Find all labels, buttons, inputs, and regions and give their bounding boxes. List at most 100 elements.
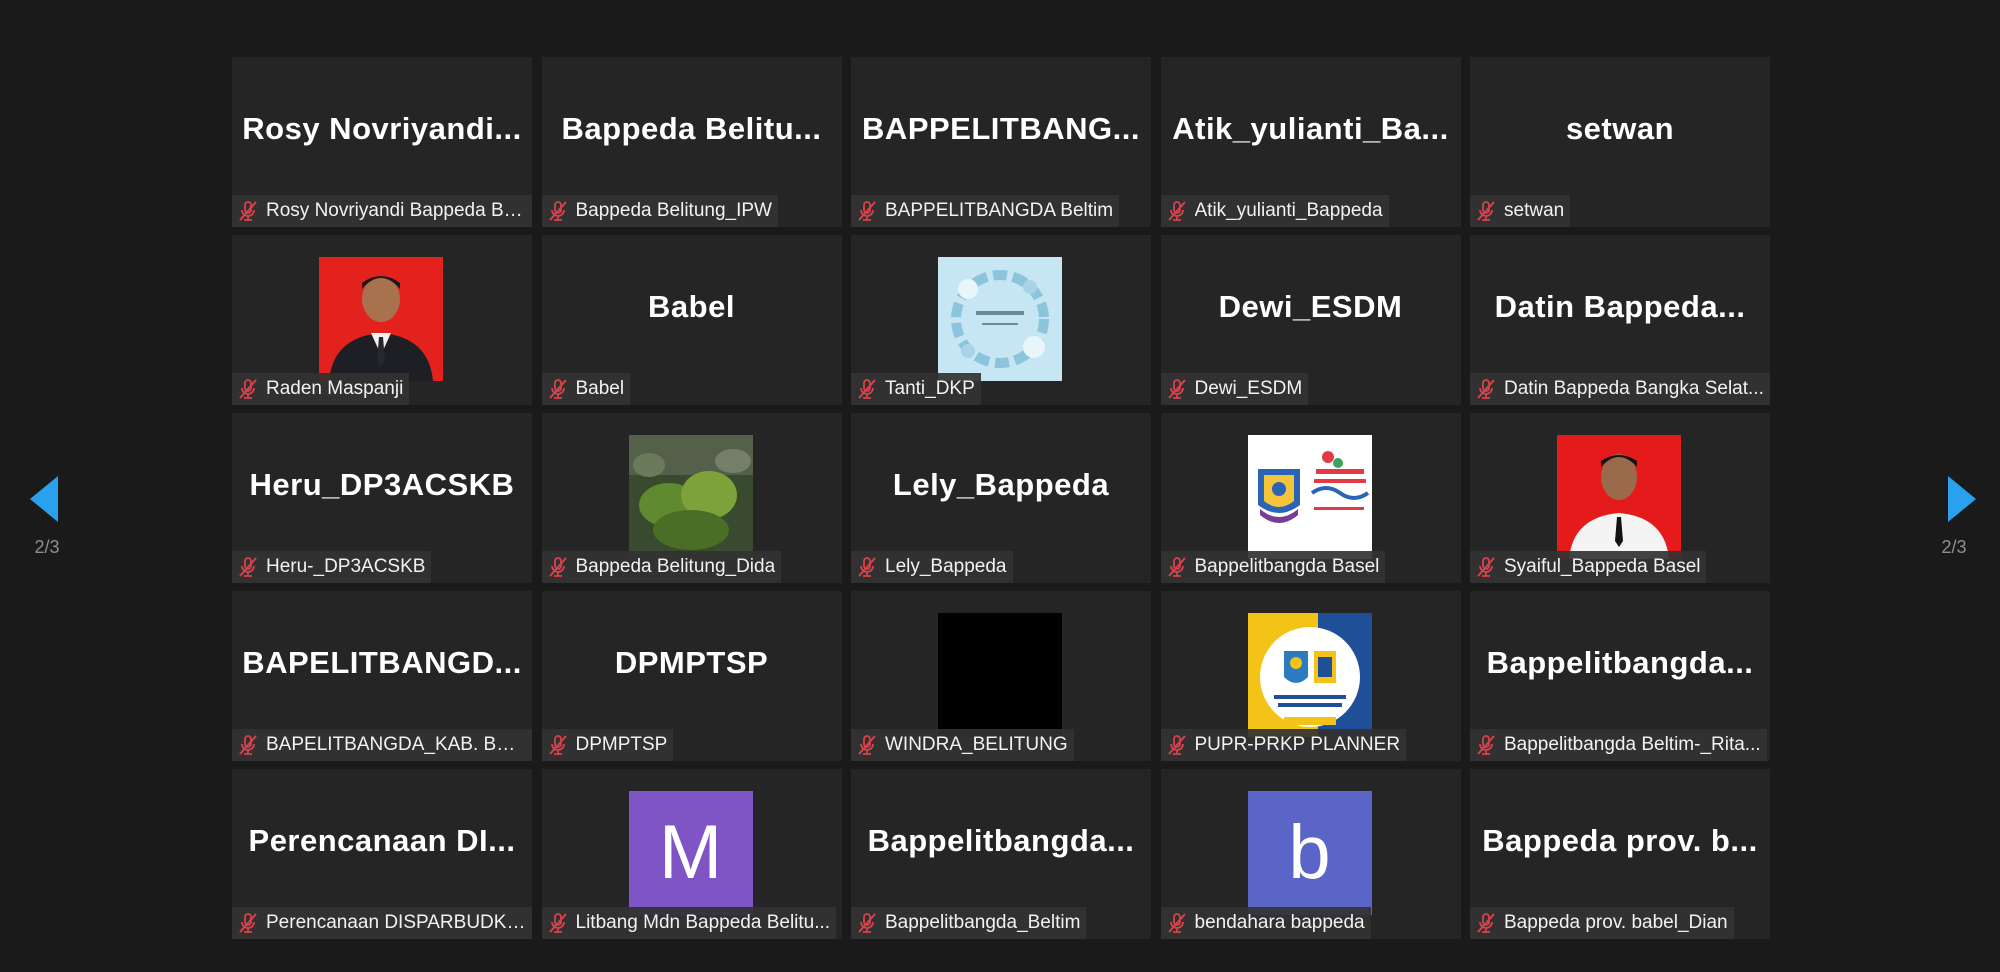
muted-mic-icon — [239, 735, 257, 755]
participant-tile[interactable]: Bappeda prov. b... Bappeda prov. babel_D… — [1470, 769, 1770, 939]
participant-name-bar: Raden Maspanji — [232, 373, 410, 405]
muted-mic-icon — [548, 379, 567, 399]
muted-mic-icon — [858, 735, 876, 755]
participant-display-name: Bappelitbangda... — [1486, 645, 1754, 680]
participant-display-name: Lely_Bappeda — [892, 467, 1110, 502]
participant-name-bar: Rosy Novriyandi Bappeda Ba... — [232, 195, 532, 227]
participant-name-label: BAPPELITBANGDA Beltim — [885, 200, 1114, 221]
participant-name-bar: Perencanaan DISPARBUDKE... — [232, 907, 532, 939]
participant-name-label: Rosy Novriyandi Bappeda Ba... — [266, 200, 526, 221]
participant-display-name: Atik_yulianti_Ba... — [1172, 111, 1449, 146]
muted-mic-icon — [1477, 379, 1495, 399]
avatar-letter: b — [1288, 810, 1331, 895]
participant-tile[interactable]: Bappeda Belitu... Bappeda Belitung_IPW — [541, 57, 842, 227]
page-indicator-right: 2/3 — [1941, 537, 1967, 557]
participant-tile[interactable]: WINDRA_BELITUNG — [851, 591, 1151, 761]
participant-name-label: DPMPTSP — [575, 734, 668, 755]
participant-display-name: setwan — [1565, 111, 1675, 146]
participant-tile[interactable]: PUPR-PRKP PLANNER — [1160, 591, 1461, 761]
participant-tile[interactable]: Bappelitbangda Basel — [1160, 413, 1461, 583]
participant-display-name: Perencanaan DI... — [248, 823, 516, 858]
next-page-arrow-icon[interactable] — [1940, 474, 1980, 524]
participant-name-bar: Atik_yulianti_Bappeda — [1160, 195, 1389, 227]
participant-tile[interactable]: Atik_yulianti_Ba... Atik_yulianti_Bapped… — [1160, 57, 1461, 227]
participant-tile[interactable]: Bappeda Belitung_Dida — [541, 413, 842, 583]
participant-tile[interactable]: BAPELITBANGD... BAPELITBANGDA_KAB. BELTI… — [232, 591, 532, 761]
participant-tile[interactable]: Lely_Bappeda Lely_Bappeda — [851, 413, 1151, 583]
participant-name-label: Bappelitbangda Basel — [1194, 556, 1380, 577]
muted-mic-icon — [1477, 557, 1495, 577]
page-indicator-left: 2/3 — [34, 537, 60, 557]
participant-tile[interactable]: Bappelitbangda... Bappelitbangda_Beltim — [851, 769, 1151, 939]
participant-tile[interactable]: setwan setwan — [1470, 57, 1770, 227]
participant-name-bar: bendahara bappeda — [1160, 907, 1371, 939]
participant-name-bar: Lely_Bappeda — [851, 551, 1013, 583]
participant-tile[interactable]: BAPPELITBANG... BAPPELITBANGDA Beltim — [851, 57, 1151, 227]
letter-avatar: M — [628, 791, 753, 915]
participant-display-name: Dewi_ESDM — [1218, 289, 1403, 324]
participant-name-bar: Tanti_DKP — [851, 373, 981, 405]
participant-name-bar: DPMPTSP — [541, 729, 674, 761]
muted-mic-icon — [858, 913, 876, 933]
muted-mic-icon — [1167, 913, 1186, 933]
muted-mic-icon — [239, 379, 257, 399]
participant-tile[interactable]: Datin Bappeda... Datin Bappeda Bangka Se… — [1470, 235, 1770, 405]
participant-name-bar: Bappeda prov. babel_Dian — [1470, 907, 1734, 939]
participant-name-label: bendahara bappeda — [1194, 912, 1365, 933]
muted-mic-icon — [239, 201, 257, 221]
participant-tile[interactable]: Perencanaan DI... Perencanaan DISPARBUDK… — [232, 769, 532, 939]
portrait-photo-avatar — [319, 257, 443, 381]
participant-name-bar: BAPPELITBANGDA Beltim — [851, 195, 1120, 227]
participant-name-label: Tanti_DKP — [885, 378, 975, 399]
participant-tile[interactable]: Tanti_DKP — [851, 235, 1151, 405]
participant-tile[interactable]: Babel Babel — [541, 235, 842, 405]
participant-name-label: PUPR-PRKP PLANNER — [1194, 734, 1401, 755]
participant-name-bar: Datin Bappeda Bangka Selat... — [1470, 373, 1770, 405]
dinas-pupr-logo-avatar — [1247, 613, 1372, 737]
participant-tile[interactable]: b bendahara bappeda — [1160, 769, 1461, 939]
participant-name-bar: Syaiful_Bappeda Basel — [1470, 551, 1707, 583]
participant-name-bar: Babel — [541, 373, 631, 405]
participant-name-label: Perencanaan DISPARBUDKE... — [266, 912, 526, 933]
participant-name-bar: Bappelitbangda Beltim-_Rita... — [1470, 729, 1767, 761]
participant-name-label: Lely_Bappeda — [885, 556, 1007, 577]
regency-logo-avatar — [1247, 435, 1372, 559]
avatar-letter: M — [658, 810, 723, 895]
participant-name-bar: WINDRA_BELITUNG — [851, 729, 1074, 761]
participant-tile[interactable]: Syaiful_Bappeda Basel — [1470, 413, 1770, 583]
participant-display-name: Heru_DP3ACSKB — [249, 467, 515, 502]
muted-mic-icon — [1167, 557, 1186, 577]
portrait-photo-avatar — [1557, 435, 1681, 559]
participant-name-bar: Dewi_ESDM — [1160, 373, 1309, 405]
participant-name-label: Heru-_DP3ACSKB — [266, 556, 426, 577]
participant-name-label: Litbang Mdn Bappeda Belitu... — [575, 912, 831, 933]
participant-name-bar: PUPR-PRKP PLANNER — [1160, 729, 1407, 761]
participant-tile[interactable]: Dewi_ESDM Dewi_ESDM — [1160, 235, 1461, 405]
participant-tile[interactable]: Heru_DP3ACSKB Heru-_DP3ACSKB — [232, 413, 532, 583]
muted-mic-icon — [1477, 913, 1495, 933]
participant-name-label: BAPELITBANGDA_KAB. BELTI... — [266, 734, 526, 755]
participant-tile[interactable]: DPMPTSP DPMPTSP — [541, 591, 842, 761]
participant-name-label: setwan — [1504, 200, 1565, 221]
muted-mic-icon — [548, 913, 567, 933]
participant-name-label: Babel — [575, 378, 625, 399]
participant-name-bar: Bappelitbangda Basel — [1160, 551, 1386, 583]
participant-tile[interactable]: Bappelitbangda... Bappelitbangda Beltim-… — [1470, 591, 1770, 761]
participant-name-bar: Bappeda Belitung_IPW — [541, 195, 778, 227]
muted-mic-icon — [1167, 201, 1186, 221]
previous-page-arrow-icon[interactable] — [28, 474, 68, 524]
participant-tile[interactable]: Rosy Novriyandi... Rosy Novriyandi Bappe… — [232, 57, 532, 227]
muted-mic-icon — [548, 735, 567, 755]
participant-display-name: DPMPTSP — [614, 645, 769, 680]
participant-tile[interactable]: Raden Maspanji — [232, 235, 532, 405]
participant-tile[interactable]: M Litbang Mdn Bappeda Belitu... — [541, 769, 842, 939]
participant-display-name: Bappelitbangda... — [867, 823, 1135, 858]
participant-name-bar: Bappeda Belitung_Dida — [541, 551, 782, 583]
participant-name-label: Atik_yulianti_Bappeda — [1194, 200, 1383, 221]
participant-name-bar: BAPELITBANGDA_KAB. BELTI... — [232, 729, 532, 761]
participant-name-label: Dewi_ESDM — [1194, 378, 1303, 399]
muted-mic-icon — [1167, 379, 1186, 399]
participant-display-name: Datin Bappeda... — [1494, 289, 1746, 324]
muted-mic-icon — [548, 201, 567, 221]
foliage-photo-avatar — [628, 435, 753, 559]
